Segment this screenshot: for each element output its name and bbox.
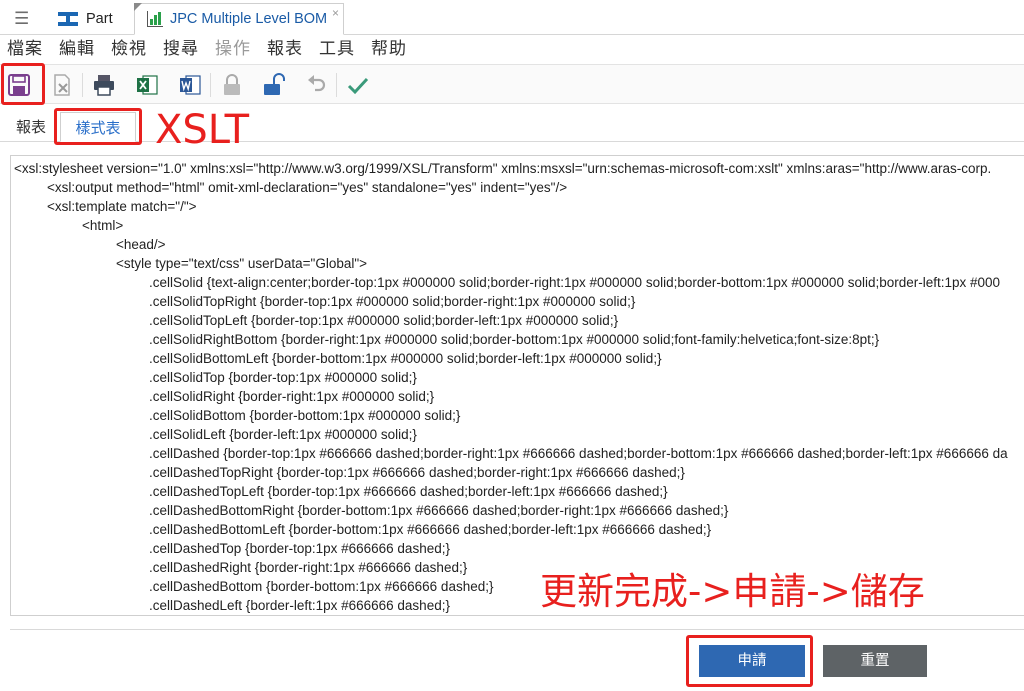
tab-part-label: Part xyxy=(86,11,113,27)
part-icon xyxy=(58,12,78,26)
reset-button[interactable]: 重置 xyxy=(823,645,927,677)
code-line: .cellDashedTopRight {border-top:1px #666… xyxy=(149,465,685,480)
code-line: <xsl:template match="/"> xyxy=(47,199,197,214)
done-check-icon[interactable] xyxy=(346,73,370,97)
xslt-code-editor[interactable]: <xsl:stylesheet version="1.0" xmlns:xsl=… xyxy=(10,155,1024,616)
hamburger-icon[interactable]: ☰ xyxy=(14,10,29,27)
report-chart-icon xyxy=(147,11,163,27)
code-line: .cellDashedBottomLeft {border-bottom:1px… xyxy=(149,522,712,537)
toolbar-divider xyxy=(336,73,337,97)
footer-divider xyxy=(10,629,1024,630)
code-line: .cellDashedBottom {border-bottom:1px #66… xyxy=(149,579,494,594)
menu-help[interactable]: 帮助 xyxy=(371,35,407,64)
toolbar xyxy=(0,64,1024,104)
code-line: .cellSolidRight {border-right:1px #00000… xyxy=(149,389,435,404)
menu-tools[interactable]: 工具 xyxy=(319,35,355,64)
code-line: .cellDashedTop {border-top:1px #666666 d… xyxy=(149,541,450,556)
code-line: .cellSolidBottomLeft {border-bottom:1px … xyxy=(149,351,662,366)
apply-highlight-box xyxy=(686,635,813,687)
word-icon[interactable] xyxy=(178,73,202,97)
code-line: .cellSolidTopLeft {border-top:1px #00000… xyxy=(149,313,619,328)
menu-bar: 檔案 編輯 檢視 搜尋 操作 報表 工具 帮助 xyxy=(0,35,1024,64)
tab-bom-label: JPC Multiple Level BOM xyxy=(170,11,328,27)
xslt-annotation: XSLT xyxy=(155,107,250,153)
report-subtabs: 報表 樣式表 xyxy=(0,110,1024,142)
tab-part[interactable]: Part xyxy=(58,3,124,35)
save-highlight-box xyxy=(1,63,45,105)
menu-view[interactable]: 檢視 xyxy=(111,35,147,64)
code-line: .cellDashedTopLeft {border-top:1px #6666… xyxy=(149,484,668,499)
code-line: .cellSolidTop {border-top:1px #000000 so… xyxy=(149,370,417,385)
code-line: .cellDashedRight {border-right:1px #6666… xyxy=(149,560,468,575)
code-line: <html> xyxy=(82,218,124,233)
code-line: .cellSolidRightBottom {border-right:1px … xyxy=(149,332,880,347)
unlock-icon[interactable] xyxy=(262,73,286,97)
code-line: <xsl:output method="html" omit-xml-decla… xyxy=(47,180,568,195)
code-line: .cellDashedLeft {border-left:1px #666666… xyxy=(149,598,450,613)
close-tab-icon[interactable]: × xyxy=(332,6,339,20)
code-line: .cellSolidTopRight {border-top:1px #0000… xyxy=(149,294,636,309)
menu-edit[interactable]: 編輯 xyxy=(59,35,95,64)
document-tab-strip: ☰ Part JPC Multiple Level BOM × xyxy=(0,0,1024,35)
menu-file[interactable]: 檔案 xyxy=(7,35,43,64)
tab-report[interactable]: 報表 xyxy=(16,112,46,142)
code-line: .cellSolidLeft {border-left:1px #000000 … xyxy=(149,427,417,442)
stylesheet-tab-highlight-box xyxy=(54,108,142,145)
close-document-icon[interactable] xyxy=(50,73,74,97)
code-line: .cellSolidBottom {border-bottom:1px #000… xyxy=(149,408,461,423)
undo-icon[interactable] xyxy=(304,73,328,97)
tab-jpc-multiple-level-bom[interactable]: JPC Multiple Level BOM × xyxy=(134,3,344,35)
code-line: .cellSolid {text-align:center;border-top… xyxy=(149,275,1001,290)
print-icon[interactable] xyxy=(92,73,116,97)
code-line: .cellDashed {border-top:1px #666666 dash… xyxy=(149,446,1008,461)
toolbar-divider xyxy=(210,73,211,97)
code-line: <head/> xyxy=(116,237,166,252)
code-line: <style type="text/css" userData="Global"… xyxy=(116,256,368,271)
menu-actions[interactable]: 操作 xyxy=(215,35,251,64)
code-line: .cellDashedBottomRight {border-bottom:1p… xyxy=(149,503,729,518)
lock-icon[interactable] xyxy=(220,73,244,97)
toolbar-divider xyxy=(82,73,83,97)
menu-search[interactable]: 搜尋 xyxy=(163,35,199,64)
menu-reports[interactable]: 報表 xyxy=(267,35,303,64)
steps-annotation: 更新完成->申請->儲存 xyxy=(540,570,925,613)
excel-icon[interactable] xyxy=(135,73,159,97)
tab-corner-marker xyxy=(134,3,142,11)
code-line: <xsl:stylesheet version="1.0" xmlns:xsl=… xyxy=(14,161,992,176)
